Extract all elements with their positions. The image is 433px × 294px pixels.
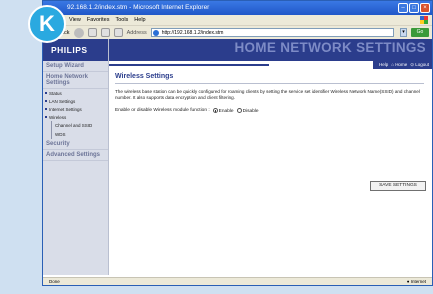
sidebar-item-internet-settings[interactable]: Internet Settings	[43, 105, 108, 113]
logout-link[interactable]: ⊙ Logout	[410, 61, 429, 69]
sidebar-item-status[interactable]: Status	[43, 89, 108, 97]
sidebar-security[interactable]: Security	[43, 139, 108, 150]
frame-bottom	[0, 286, 433, 294]
help-link[interactable]: Help	[379, 61, 388, 69]
wireless-toggle-row: Enable or disable Wireless module functi…	[115, 108, 424, 114]
menu-bar: View Favorites Tools Help	[43, 15, 432, 25]
menu-favorites[interactable]: Favorites	[87, 15, 110, 25]
frame-left	[0, 0, 42, 294]
forward-icon[interactable]	[73, 27, 84, 38]
header-stripe: Help ⌂ Home ⊙ Logout	[109, 61, 432, 69]
wireless-description: The wireless base station can be quickly…	[115, 89, 420, 100]
radio-checked-icon[interactable]	[212, 108, 218, 113]
divider	[115, 83, 424, 84]
page-title: Wireless Settings	[115, 73, 174, 80]
maximize-icon[interactable]: □	[409, 3, 419, 13]
window-title: 92.168.1.2/index.stm - Microsoft Interne…	[67, 4, 210, 11]
disable-radio[interactable]: Disable	[236, 108, 259, 114]
bullet-icon	[45, 116, 47, 118]
home-icon[interactable]	[113, 28, 123, 37]
browser-window: 92.168.1.2/index.stm - Microsoft Interne…	[42, 0, 433, 286]
go-button[interactable]: Go	[411, 28, 429, 37]
page-banner-title: HOME NETWORK SETTINGS	[234, 40, 426, 55]
sidebar-item-channel-ssid[interactable]: Channel and SSID	[43, 121, 108, 130]
menu-view[interactable]: View	[69, 15, 81, 25]
bullet-icon	[45, 100, 47, 102]
radio-unchecked-icon[interactable]	[236, 108, 242, 113]
sidebar-item-wireless[interactable]: Wireless	[43, 113, 108, 121]
top-links: Help ⌂ Home ⊙ Logout	[372, 61, 432, 69]
sidebar-item-lan-settings[interactable]: LAN Settings	[43, 97, 108, 105]
header-banner: HOME NETWORK SETTINGS	[109, 39, 432, 61]
toolbar: ack Address http://192.168.1.2/index.stm…	[43, 25, 432, 39]
sidebar: PHILIPS Setup Wizard Home Network Settin…	[43, 39, 109, 275]
sidebar-setup-wizard[interactable]: Setup Wizard	[43, 61, 108, 72]
ie-page-icon	[152, 30, 159, 36]
wireless-toggle-label: Enable or disable Wireless module functi…	[115, 108, 210, 114]
brand-logo: PHILIPS	[43, 39, 108, 61]
sidebar-advanced-settings[interactable]: Advanced Settings	[43, 150, 108, 161]
sidebar-item-wds[interactable]: WDS	[43, 130, 108, 139]
close-icon[interactable]: ×	[420, 3, 430, 13]
menu-tools[interactable]: Tools	[115, 15, 128, 25]
address-dropdown-icon[interactable]: ▾	[400, 28, 407, 37]
save-settings-button[interactable]: SAVE SETTINGS	[370, 181, 426, 191]
main-panel: Wireless Settings The wireless base stat…	[115, 73, 424, 114]
refresh-icon[interactable]	[100, 28, 110, 37]
address-label: Address	[126, 29, 147, 36]
bullet-icon	[45, 108, 47, 110]
home-link[interactable]: ⌂ Home	[391, 61, 407, 69]
status-text: Done	[49, 279, 60, 284]
k-badge: K	[28, 5, 66, 43]
address-bar[interactable]: http://192.168.1.2/index.stm	[150, 28, 394, 37]
sidebar-home-network-settings[interactable]: Home Network Settings	[43, 72, 108, 89]
menu-help[interactable]: Help	[134, 15, 145, 25]
status-bar: Done ● Internet	[43, 277, 432, 285]
zone-indicator: ● Internet	[406, 279, 426, 284]
stop-icon[interactable]	[87, 28, 97, 37]
bullet-icon	[45, 92, 47, 94]
window-titlebar: 92.168.1.2/index.stm - Microsoft Interne…	[43, 1, 432, 15]
window-controls: – □ ×	[398, 3, 430, 13]
windows-logo-icon	[420, 16, 428, 24]
minimize-icon[interactable]: –	[398, 3, 408, 13]
page-content: PHILIPS Setup Wizard Home Network Settin…	[43, 39, 432, 275]
address-value[interactable]: http://192.168.1.2/index.stm	[162, 30, 224, 36]
enable-radio[interactable]: Enable	[212, 108, 234, 114]
